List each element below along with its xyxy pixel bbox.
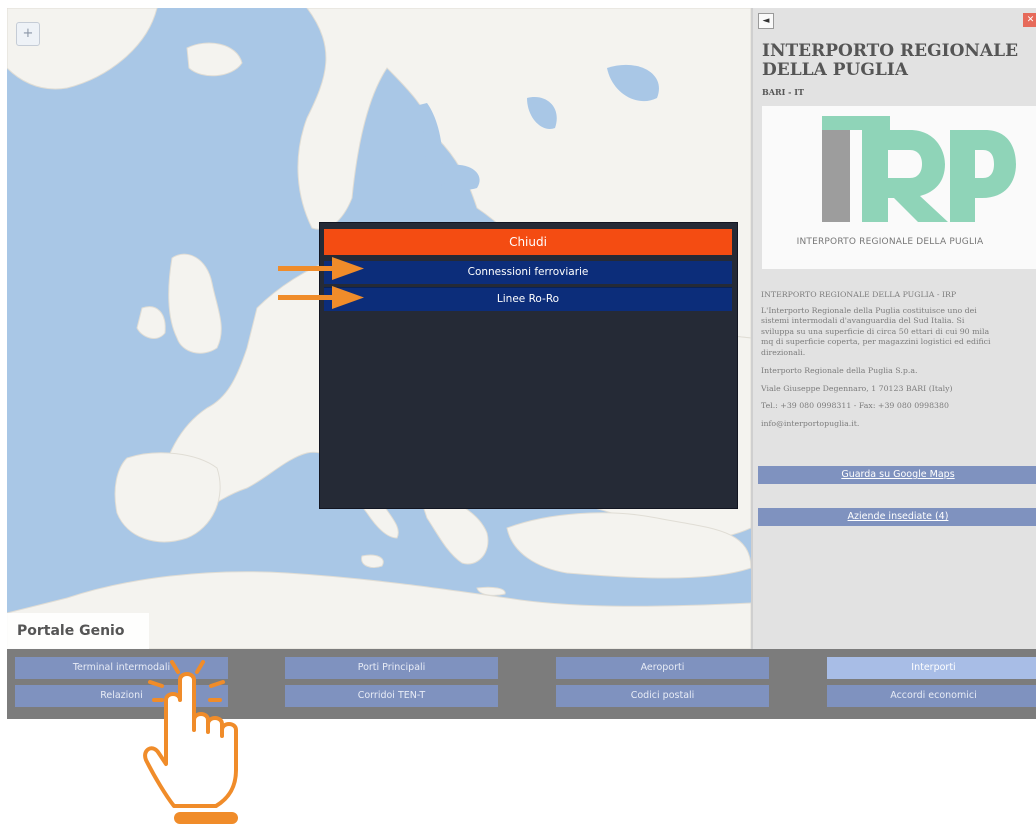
description-line: mq di superficie coperta, per magazzini … (761, 337, 991, 346)
info-description: L'Interporto Regionale della Puglia cost… (761, 306, 1036, 359)
zoom-in-button[interactable]: + (16, 22, 40, 46)
panel-subtitle: BARI - IT (762, 87, 804, 97)
nav-interporti[interactable]: Interporti (827, 657, 1036, 679)
map-view[interactable]: + Chiudi Connessioni ferroviarie Linee R… (7, 8, 751, 649)
description-line: sviluppa su una superficie di circa 50 e… (761, 326, 990, 336)
back-arrow-icon[interactable]: ◄ (758, 13, 774, 29)
app-window: + Chiudi Connessioni ferroviarie Linee R… (7, 8, 1036, 719)
roro-lines-button[interactable]: Linee Ro-Ro (324, 287, 732, 311)
layer-popup: Chiudi Connessioni ferroviarie Linee Ro-… (319, 222, 738, 509)
rail-connections-button[interactable]: Connessioni ferroviarie (324, 261, 732, 284)
info-panel: ◄ ✕ INTERPORTO REGIONALE DELLA PUGLIA BA… (751, 8, 1036, 649)
nav-codici-postali[interactable]: Codici postali (556, 685, 769, 707)
company-phone: Tel.: +39 080 0998311 - Fax: +39 080 099… (761, 401, 949, 410)
close-popup-button[interactable]: Chiudi (324, 229, 732, 255)
company-email: info@interportopuglia.it. (761, 418, 860, 428)
logo-caption: INTERPORTO REGIONALE DELLA PUGLIA (796, 237, 984, 247)
portal-title: Portale Genio (7, 613, 149, 649)
info-heading: INTERPORTO REGIONALE DELLA PUGLIA - IRP (761, 290, 957, 299)
nav-accordi-economici[interactable]: Accordi economici (827, 685, 1036, 707)
company-address: Viale Giuseppe Degennaro, 1 70123 BARI (… (761, 383, 953, 393)
company-name: Interporto Regionale della Puglia S.p.a. (761, 366, 918, 375)
irp-logo-icon (822, 116, 1016, 222)
description-line: sistemi intermodali d'avanguardia del Su… (761, 316, 965, 325)
close-icon[interactable]: ✕ (1023, 13, 1036, 27)
description-line: direzionali. (761, 347, 806, 357)
google-maps-button[interactable]: Guarda su Google Maps (758, 466, 1036, 484)
arrow-icons (278, 257, 364, 309)
nav-corridoi-ten-t[interactable]: Corridoi TEN-T (285, 685, 498, 707)
tap-hand-icon (143, 660, 238, 824)
nav-porti-principali[interactable]: Porti Principali (285, 657, 498, 679)
companies-button[interactable]: Aziende insediate (4) (758, 508, 1036, 526)
irp-logo: INTERPORTO REGIONALE DELLA PUGLIA (762, 106, 1036, 269)
description-line: L'Interporto Regionale della Puglia cost… (761, 305, 977, 315)
nav-aeroporti[interactable]: Aeroporti (556, 657, 769, 679)
panel-title: INTERPORTO REGIONALE DELLA PUGLIA (762, 41, 1019, 80)
panel-info: INTERPORTO REGIONALE DELLA PUGLIA - IRP … (761, 290, 1036, 436)
